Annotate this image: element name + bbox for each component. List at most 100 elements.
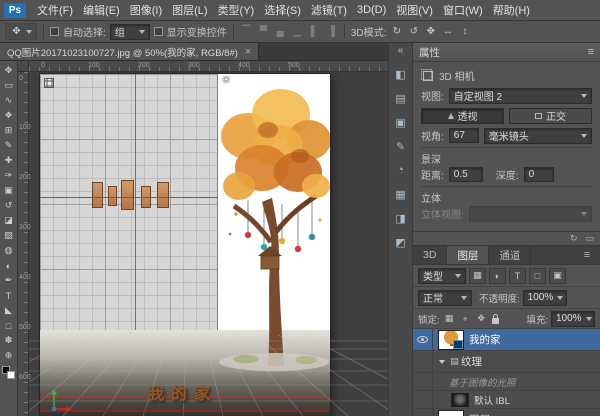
tab-3d[interactable]: 3D [413, 246, 447, 264]
filter-type-icon[interactable]: T [509, 268, 526, 284]
auto-select-target-dropdown[interactable]: 组 [110, 24, 150, 40]
menu-item-edit[interactable]: 编辑(E) [78, 0, 125, 20]
collapsed-panel-icon[interactable]: ▤ [392, 89, 410, 107]
align-left-icon[interactable]: ▌ [308, 26, 321, 37]
3d-light-widget-icon[interactable]: ✳ [222, 75, 230, 86]
menu-item-file[interactable]: 文件(F) [32, 0, 78, 20]
tool-eyedropper-icon[interactable]: ✎ [1, 138, 17, 153]
menu-item-layer[interactable]: 图层(L) [167, 0, 212, 20]
layer-row-ibl-group[interactable]: 基于图像的光照 [413, 373, 600, 391]
lens-dropdown[interactable]: 毫米镜头 [484, 128, 592, 144]
menu-item-image[interactable]: 图像(I) [125, 0, 167, 20]
menu-item-select[interactable]: 选择(S) [259, 0, 306, 20]
tab-layers[interactable]: 图层 [447, 246, 489, 264]
reset-icon[interactable]: ↻ [570, 233, 578, 244]
fill-dropdown[interactable]: 100% [551, 311, 595, 327]
layer-row[interactable]: 图层 1 [413, 409, 600, 416]
tool-shape-icon[interactable]: □ [1, 318, 17, 333]
auto-select-checkbox[interactable] [50, 27, 59, 36]
view-swap-icon[interactable] [44, 78, 54, 88]
layer-thumbnail[interactable] [438, 410, 464, 416]
tool-marquee-icon[interactable]: ▭ [1, 78, 17, 93]
tool-hand-icon[interactable]: ✽ [1, 333, 17, 348]
align-bottom-icon[interactable]: ▄ [274, 26, 287, 37]
collapsed-panel-icon[interactable]: ✎ [392, 137, 410, 155]
blend-mode-dropdown[interactable]: 正常 [418, 290, 472, 306]
depth-field[interactable]: 0 [524, 167, 554, 182]
filter-adjustment-icon[interactable]: ◐ [489, 268, 506, 284]
chevron-down-icon[interactable] [439, 360, 445, 364]
tool-crop-icon[interactable]: ⊞ [1, 123, 17, 138]
layer-name[interactable]: 图层 1 [469, 412, 499, 416]
tool-heal-icon[interactable]: ✚ [1, 153, 17, 168]
ruler-origin[interactable] [18, 61, 29, 72]
tool-clone-stamp-icon[interactable]: ▣ [1, 183, 17, 198]
menu-item-filter[interactable]: 滤镜(T) [306, 0, 352, 20]
extrusion-block[interactable] [92, 182, 103, 208]
3d-roll-icon[interactable]: ↺ [407, 26, 420, 37]
color-swatches[interactable] [2, 366, 15, 379]
collapsed-panel-icon[interactable]: ◔ [392, 161, 410, 179]
panel-menu-icon[interactable]: ≡ [574, 246, 600, 264]
tool-blur-icon[interactable]: ◍ [1, 243, 17, 258]
collapsed-panel-icon[interactable]: ▦ [392, 185, 410, 203]
3d-extruded-text[interactable]: 我的家 [148, 380, 217, 404]
align-right-icon[interactable]: ▐ [325, 26, 338, 37]
align-vcenter-icon[interactable]: ▀ [257, 26, 270, 37]
tool-type-icon[interactable]: T [1, 288, 17, 303]
secondary-3d-view[interactable] [40, 74, 218, 330]
visibility-toggle[interactable] [413, 351, 433, 372]
collapsed-panel-icon[interactable]: ◧ [392, 65, 410, 83]
tool-lasso-icon[interactable]: ∿ [1, 93, 17, 108]
3d-axis-widget[interactable] [48, 387, 72, 413]
tool-preset-picker[interactable]: ✥ [5, 23, 37, 40]
tool-quick-select-icon[interactable]: ❖ [1, 108, 17, 123]
visibility-toggle[interactable] [413, 329, 433, 350]
panel-menu-icon[interactable]: ≡ [588, 46, 594, 58]
layer-name[interactable]: 基于图像的光照 [449, 375, 516, 389]
tool-history-brush-icon[interactable]: ↺ [1, 198, 17, 213]
visibility-toggle[interactable] [413, 373, 433, 390]
background-color-swatch[interactable] [7, 371, 15, 379]
visibility-toggle[interactable] [413, 409, 433, 416]
view-dropdown[interactable]: 自定视图 2 [449, 88, 592, 104]
opacity-dropdown[interactable]: 100% [523, 290, 567, 306]
show-transform-checkbox[interactable] [154, 27, 163, 36]
3d-drag-icon[interactable]: ✥ [424, 26, 437, 37]
tool-zoom-icon[interactable]: ⊕ [1, 348, 17, 363]
3d-scale-icon[interactable]: ↕ [458, 26, 471, 37]
collapsed-panel-icon[interactable]: ▣ [392, 113, 410, 131]
layer-thumbnail[interactable] [438, 330, 464, 350]
fov-field[interactable]: 67 [449, 128, 479, 143]
menu-item-3d[interactable]: 3D(D) [352, 0, 391, 20]
tool-dodge-icon[interactable]: ◐ [1, 258, 17, 273]
canvas-area[interactable]: 0 100 200 300 400 500 0 100 200 300 400 … [18, 61, 388, 416]
tool-eraser-icon[interactable]: ◪ [1, 213, 17, 228]
layer-name[interactable]: 默认 IBL [474, 393, 510, 407]
distance-field[interactable]: 0.5 [449, 167, 483, 182]
tool-gradient-icon[interactable]: ▨ [1, 228, 17, 243]
dock-collapse-button[interactable]: « [398, 43, 404, 59]
lock-all-icon[interactable] [492, 318, 499, 324]
layer-row-textures[interactable]: ▤ 纹理 [413, 351, 600, 373]
layer-name[interactable]: 纹理 [461, 354, 482, 369]
filter-pixel-icon[interactable]: ▦ [469, 268, 486, 284]
filter-smart-object-icon[interactable]: ▣ [549, 268, 566, 284]
extrusion-block[interactable] [157, 182, 169, 208]
document-tab[interactable]: QQ图片20171023100727.jpg @ 50%(我的家, RGB/8#… [0, 43, 259, 60]
3d-rotate-icon[interactable]: ↻ [390, 26, 403, 37]
lock-paint-icon[interactable]: + [459, 314, 472, 324]
layer-name[interactable]: 我的家 [469, 332, 501, 347]
filter-type-dropdown[interactable]: 类型 [418, 268, 466, 284]
collapsed-panel-icon[interactable]: ◩ [392, 233, 410, 251]
layer-row-default-ibl[interactable]: 默认 IBL [413, 391, 600, 409]
menu-item-view[interactable]: 视图(V) [391, 0, 438, 20]
menu-item-type[interactable]: 类型(Y) [213, 0, 260, 20]
delete-icon[interactable]: ▭ [585, 233, 594, 244]
horizontal-ruler[interactable] [29, 61, 388, 72]
close-icon[interactable]: × [245, 46, 251, 58]
lock-position-icon[interactable]: ✥ [475, 313, 488, 324]
lock-transparency-icon[interactable]: ▦ [443, 313, 456, 324]
tool-move-icon[interactable]: ✥ [1, 63, 17, 78]
align-top-icon[interactable]: ▔ [240, 26, 253, 37]
